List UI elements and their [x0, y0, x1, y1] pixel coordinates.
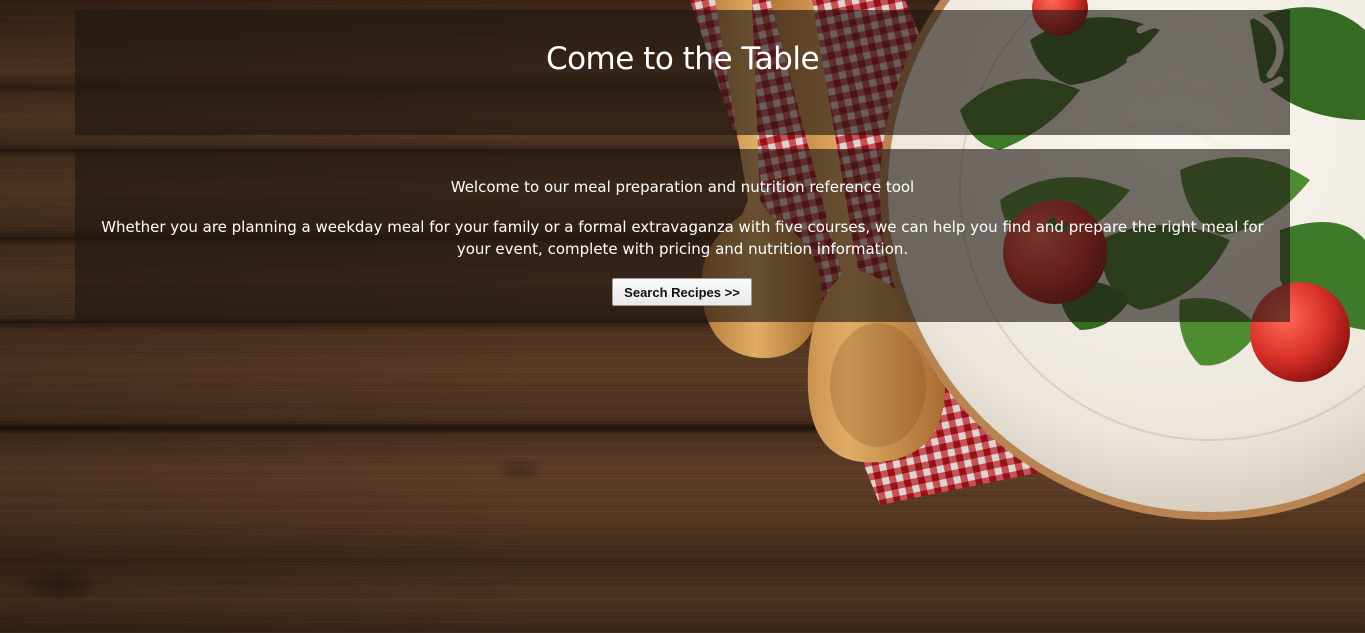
welcome-text: Welcome to our meal preparation and nutr…: [450, 178, 915, 196]
description-text: Whether you are planning a weekday meal …: [101, 218, 1264, 258]
search-recipes-button[interactable]: Search Recipes >>: [612, 278, 752, 306]
title-banner: Come to the Table: [75, 10, 1290, 135]
intro-panel: Welcome to our meal preparation and nutr…: [75, 149, 1290, 322]
page-title: Come to the Table: [545, 41, 820, 77]
hero-section: Come to the Table Welcome to our meal pr…: [0, 0, 1365, 633]
